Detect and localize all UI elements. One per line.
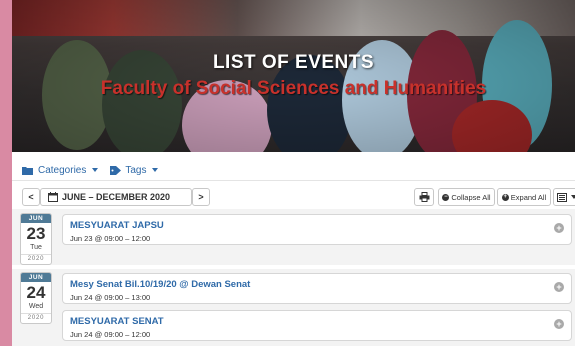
date-badge: JUN 24 Wed 2020 [20, 272, 52, 324]
list-view-icon [557, 192, 567, 202]
event-title[interactable]: MESYUARAT SENAT [70, 316, 164, 327]
calendar-toolbar: < JUNE – DECEMBER 2020 > − Collapse All … [22, 188, 575, 206]
tag-icon [110, 165, 122, 175]
folder-icon [22, 166, 33, 175]
month-range-label: JUNE – DECEMBER 2020 [62, 192, 171, 202]
event-item[interactable]: Mesy Senat Bil.10/19/20 @ Dewan Senat Ju… [62, 273, 572, 304]
chevron-right-icon: > [198, 192, 204, 202]
date-month: JUN [21, 273, 51, 282]
previous-button[interactable]: < [22, 188, 40, 206]
banner-title: LIST OF EVENTS [212, 52, 375, 73]
event-time: Jun 24 @ 09:00 – 12:00 [70, 330, 151, 339]
page-frame: LIST OF EVENTS Faculty of Social Science… [12, 0, 575, 346]
expand-all-button[interactable]: + Expand All [497, 188, 551, 206]
plus-circle-icon: + [501, 193, 509, 201]
event-title[interactable]: Mesy Senat Bil.10/19/20 @ Dewan Senat [70, 279, 250, 290]
date-day: 24 [26, 283, 46, 302]
date-weekday: Wed [28, 303, 44, 310]
month-range-button[interactable]: JUNE – DECEMBER 2020 [40, 188, 192, 206]
tags-filter[interactable]: Tags [110, 164, 159, 176]
plus-circle-icon[interactable]: + [554, 223, 564, 233]
date-year: 2020 [21, 254, 51, 264]
event-title[interactable]: MESYUARAT JAPSU [70, 220, 164, 231]
event-item[interactable]: MESYUARAT SENAT Jun 24 @ 09:00 – 12:00 + [62, 310, 572, 341]
event-time: Jun 23 @ 09:00 – 12:00 [70, 234, 151, 243]
divider [12, 180, 575, 181]
event-item[interactable]: MESYUARAT JAPSU Jun 23 @ 09:00 – 12:00 + [62, 214, 572, 245]
print-icon [419, 192, 429, 202]
banner-subtitle: Faculty of Social Sciences and Humanitie… [100, 78, 487, 99]
date-year: 2020 [21, 313, 51, 323]
calendar-icon [48, 192, 58, 202]
date-badge: JUN 23 Tue 2020 [20, 213, 52, 265]
collapse-all-button[interactable]: − Collapse All [438, 188, 495, 206]
next-button[interactable]: > [192, 188, 210, 206]
collapse-all-label: Collapse All [451, 192, 491, 202]
filter-bar: Categories Tags [22, 162, 159, 178]
date-day: 23 [26, 224, 46, 243]
minus-circle-icon: − [442, 193, 450, 201]
chevron-down-icon [571, 195, 575, 199]
event-time: Jun 24 @ 09:00 – 13:00 [70, 293, 151, 302]
banner-shade [12, 0, 575, 152]
tags-label: Tags [125, 164, 147, 176]
chevron-down-icon [92, 168, 99, 172]
expand-all-label: Expand All [510, 192, 547, 202]
date-weekday: Tue [30, 244, 42, 251]
view-selector[interactable] [553, 188, 575, 206]
print-button[interactable] [414, 188, 434, 206]
header-banner: LIST OF EVENTS Faculty of Social Science… [12, 0, 575, 152]
categories-filter[interactable]: Categories [22, 164, 99, 176]
categories-label: Categories [38, 164, 87, 176]
plus-circle-icon[interactable]: + [554, 282, 564, 292]
chevron-down-icon [152, 168, 159, 172]
date-month: JUN [21, 214, 51, 223]
chevron-left-icon: < [28, 192, 34, 202]
plus-circle-icon[interactable]: + [554, 319, 564, 329]
